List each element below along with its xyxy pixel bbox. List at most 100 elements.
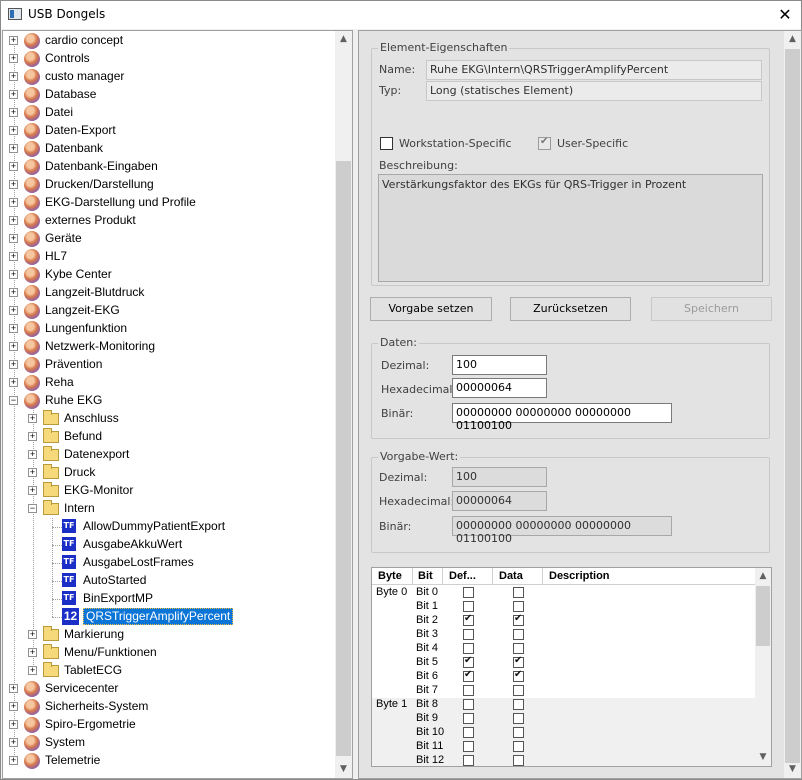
tree-item[interactable]: + Database	[3, 86, 333, 104]
table-row[interactable]: Bit 11	[372, 740, 756, 754]
tree-item[interactable]: + custo manager	[3, 68, 333, 86]
col-description-header[interactable]: Description	[549, 570, 610, 582]
tree-item[interactable]: + TabletECG	[3, 662, 333, 680]
expand-icon[interactable]: +	[9, 324, 18, 333]
tree-item[interactable]: + Datenexport	[3, 446, 333, 464]
expand-icon[interactable]: +	[9, 360, 18, 369]
default-bit-checkbox[interactable]	[463, 629, 474, 640]
expand-icon[interactable]: +	[28, 432, 37, 441]
data-bit-checkbox[interactable]	[513, 669, 524, 682]
tree-item[interactable]: TF BinExportMP	[3, 590, 333, 608]
expand-icon[interactable]: +	[28, 486, 37, 495]
table-row[interactable]: Byte 0 Bit 0	[372, 586, 756, 600]
expand-icon[interactable]: +	[9, 54, 18, 63]
tree-item[interactable]: TF AllowDummyPatientExport	[3, 518, 333, 536]
expand-icon[interactable]: +	[9, 162, 18, 171]
table-row[interactable]: Bit 5	[372, 655, 756, 670]
tree-item[interactable]: + externes Produkt	[3, 212, 333, 230]
panel-scroll-thumb[interactable]	[785, 49, 800, 763]
default-bit-checkbox[interactable]	[463, 713, 474, 724]
tree-item[interactable]: + Datei	[3, 104, 333, 122]
default-bit-checkbox[interactable]	[463, 755, 474, 766]
expand-icon[interactable]: +	[9, 720, 18, 729]
expand-icon[interactable]: +	[9, 180, 18, 189]
expand-icon[interactable]: +	[9, 216, 18, 225]
scroll-up-icon[interactable]: ▲	[755, 568, 771, 585]
expand-icon[interactable]: +	[9, 684, 18, 693]
tree-item[interactable]: + Netzwerk-Monitoring	[3, 338, 333, 356]
tree-item[interactable]: + Spiro-Ergometrie	[3, 716, 333, 734]
expand-icon[interactable]: +	[9, 378, 18, 387]
expand-icon[interactable]: +	[28, 450, 37, 459]
tree-item[interactable]: TF AusgabeAkkuWert	[3, 536, 333, 554]
data-bit-checkbox[interactable]	[513, 755, 524, 766]
tree-item[interactable]: + Markierung	[3, 626, 333, 644]
data-bit-checkbox[interactable]	[513, 587, 524, 598]
default-bit-checkbox[interactable]	[463, 699, 474, 710]
expand-icon[interactable]: +	[28, 648, 37, 657]
data-bit-checkbox[interactable]	[513, 613, 524, 626]
data-bit-checkbox[interactable]	[513, 741, 524, 752]
expand-icon[interactable]: +	[9, 108, 18, 117]
default-bit-checkbox[interactable]	[463, 587, 474, 598]
tree-item[interactable]: + Reha	[3, 374, 333, 392]
default-bit-checkbox[interactable]	[463, 727, 474, 738]
save-button[interactable]: Speichern	[651, 297, 772, 321]
tree-item[interactable]: + Befund	[3, 428, 333, 446]
tree-item[interactable]: + EKG-Darstellung und Profile	[3, 194, 333, 212]
user-specific-checkbox[interactable]	[538, 136, 551, 150]
table-row[interactable]: Bit 2	[372, 613, 756, 628]
grid-scrollbar[interactable]: ▲ ▼	[755, 568, 771, 766]
data-bit-checkbox[interactable]	[513, 685, 524, 696]
tree-item[interactable]: + Drucken/Darstellung	[3, 176, 333, 194]
col-bit-header[interactable]: Bit	[418, 570, 433, 582]
expand-icon[interactable]: +	[9, 342, 18, 351]
binary-input[interactable]: 00000000 00000000 00000000 01100100	[452, 403, 672, 432]
scroll-down-icon[interactable]: ▼	[784, 761, 801, 778]
data-bit-checkbox[interactable]	[513, 643, 524, 654]
tree-item[interactable]: + Geräte	[3, 230, 333, 248]
expand-icon[interactable]: +	[9, 198, 18, 207]
scroll-down-icon[interactable]: ▼	[755, 749, 771, 766]
expand-icon[interactable]: +	[9, 270, 18, 279]
tree-item[interactable]: + Menu/Funktionen	[3, 644, 333, 662]
set-default-button[interactable]: Vorgabe setzen	[370, 297, 492, 321]
hexadecimal-input[interactable]: 00000064	[452, 378, 547, 398]
default-bit-checkbox[interactable]	[463, 643, 474, 654]
tree-item[interactable]: + Sicherheits-System	[3, 698, 333, 716]
data-bit-checkbox[interactable]	[513, 727, 524, 738]
tree-item[interactable]: + Telemetrie	[3, 752, 333, 770]
expand-icon[interactable]: +	[9, 234, 18, 243]
tree-item[interactable]: + Druck	[3, 464, 333, 482]
tree-item[interactable]: + Datenbank	[3, 140, 333, 158]
tree-item[interactable]: 12 QRSTriggerAmplifyPercent	[3, 608, 333, 626]
tree-item[interactable]: + System	[3, 734, 333, 752]
tree-item[interactable]: + Lungenfunktion	[3, 320, 333, 338]
data-bit-checkbox[interactable]	[513, 699, 524, 710]
tree-item[interactable]: + Kybe Center	[3, 266, 333, 284]
tree-item[interactable]: + Datenbank-Eingaben	[3, 158, 333, 176]
tree-item[interactable]: + Anschluss	[3, 410, 333, 428]
tree-item[interactable]: + Langzeit-EKG	[3, 302, 333, 320]
data-bit-checkbox[interactable]	[513, 655, 524, 668]
tree-item[interactable]: + Daten-Export	[3, 122, 333, 140]
tree-scroll-thumb[interactable]	[336, 161, 351, 756]
tree-scrollbar[interactable]: ▲ ▼	[335, 31, 352, 778]
tree-item[interactable]: + cardio concept	[3, 32, 333, 50]
tree-item[interactable]: + Langzeit-Blutdruck	[3, 284, 333, 302]
default-bit-checkbox[interactable]	[463, 685, 474, 696]
decimal-input[interactable]: 100	[452, 355, 547, 375]
tree-item[interactable]: + Prävention	[3, 356, 333, 374]
default-bit-checkbox[interactable]	[463, 655, 474, 668]
grid-scroll-thumb[interactable]	[756, 586, 770, 646]
table-row[interactable]: Bit 9	[372, 712, 756, 726]
expand-icon[interactable]: +	[9, 90, 18, 99]
expand-icon[interactable]: +	[9, 36, 18, 45]
col-byte-header[interactable]: Byte	[378, 570, 402, 582]
expand-icon[interactable]: +	[28, 414, 37, 423]
expand-icon[interactable]: +	[9, 288, 18, 297]
table-row[interactable]: Bit 12	[372, 754, 756, 766]
table-row[interactable]: Byte 1 Bit 8	[372, 698, 756, 712]
col-default-header[interactable]: Def...	[449, 570, 476, 582]
table-row[interactable]: Bit 3	[372, 628, 756, 642]
